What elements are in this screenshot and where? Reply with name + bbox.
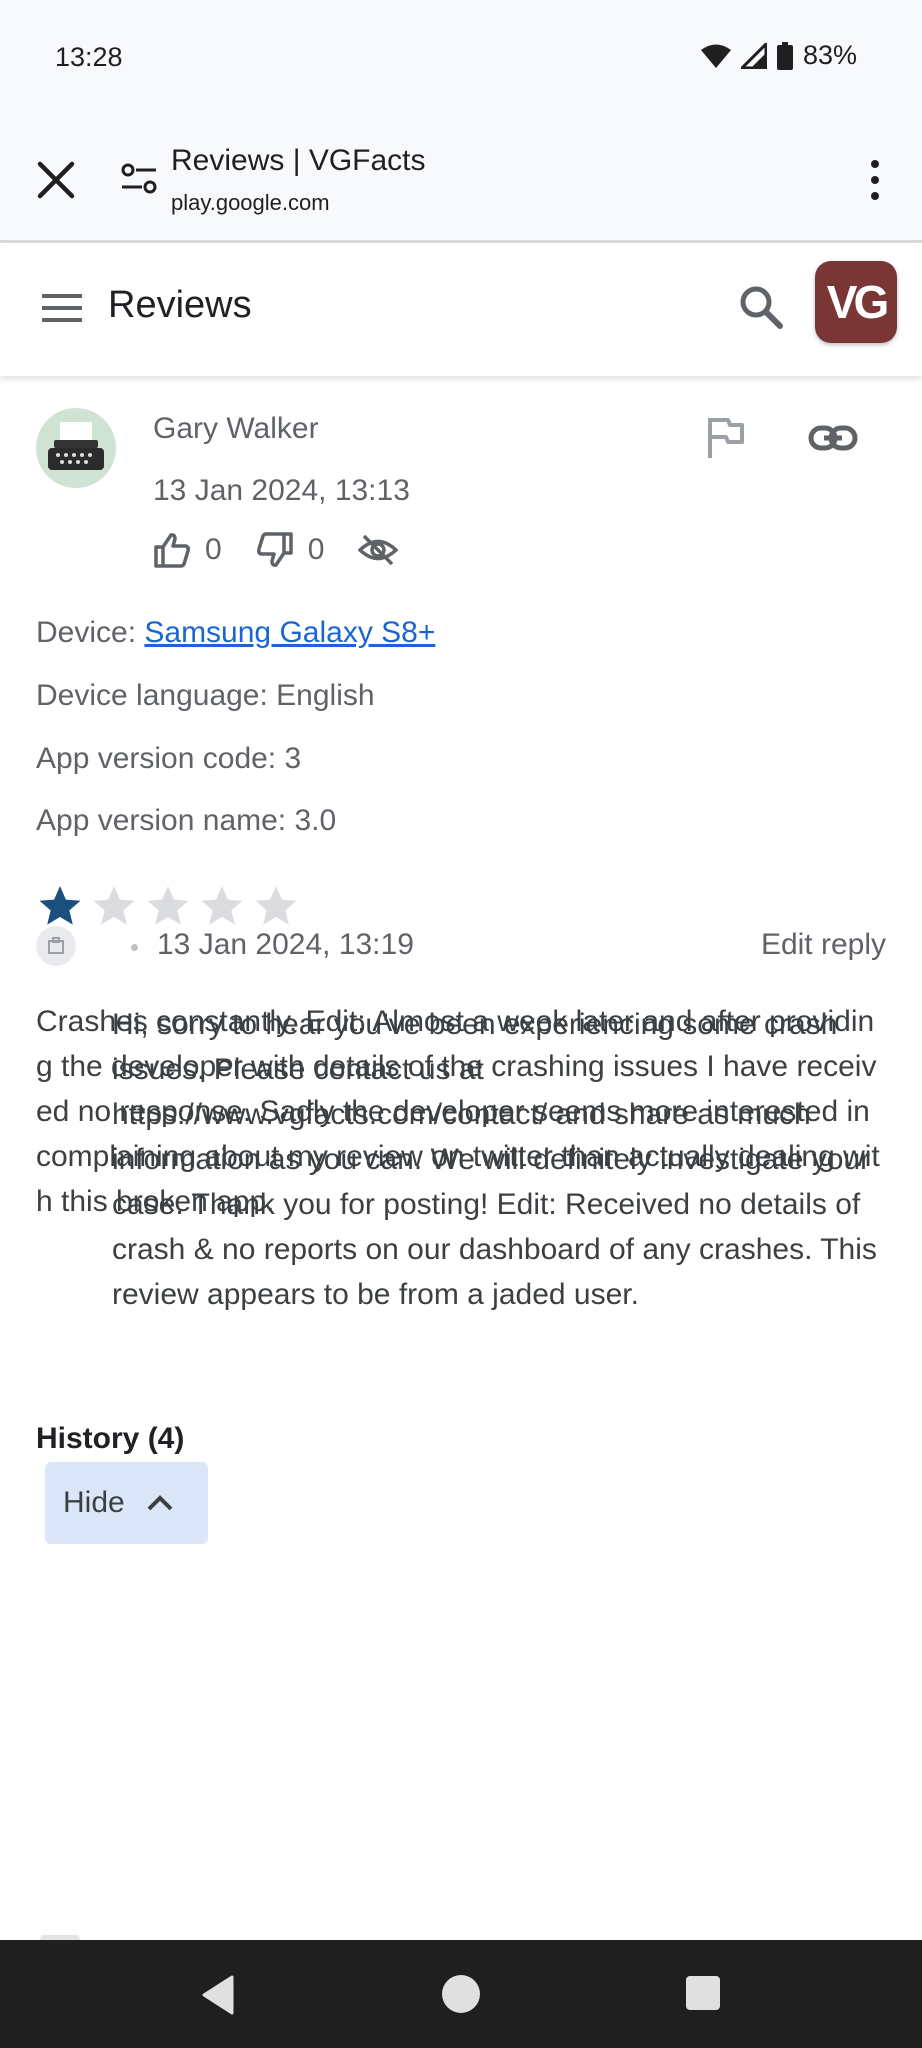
edit-reply-button[interactable]: Edit reply bbox=[761, 928, 886, 962]
thumb-up-count: 0 bbox=[205, 533, 222, 566]
vote-row: 0 0 bbox=[153, 532, 399, 568]
hide-history-button[interactable]: Hide bbox=[45, 1462, 208, 1544]
site-settings-icon[interactable] bbox=[120, 160, 158, 198]
app-logo[interactable]: VG bbox=[815, 261, 897, 343]
app-logo-text: VG bbox=[826, 276, 890, 328]
wifi-icon bbox=[700, 44, 731, 68]
visibility-off-icon[interactable] bbox=[358, 533, 399, 567]
menu-icon[interactable] bbox=[40, 288, 84, 328]
developer-avatar bbox=[36, 926, 76, 966]
device-label: Device: bbox=[36, 616, 145, 649]
search-icon[interactable] bbox=[738, 284, 784, 330]
more-vert-icon[interactable] bbox=[864, 158, 886, 202]
browser-toolbar: Reviews | VGFacts play.google.com bbox=[0, 118, 922, 243]
review-date: 13 Jan 2024, 13:13 bbox=[153, 474, 410, 507]
recents-icon[interactable] bbox=[686, 1976, 720, 2010]
chevron-up-icon bbox=[147, 1495, 173, 1511]
device-link[interactable]: Samsung Galaxy S8+ bbox=[144, 616, 435, 649]
status-icons: 83% bbox=[700, 40, 857, 71]
system-nav-bar bbox=[0, 1940, 922, 2048]
browser-url[interactable]: play.google.com bbox=[171, 190, 330, 216]
app-version-name: App version name: 3.0 bbox=[36, 804, 337, 837]
thumb-down-count: 0 bbox=[307, 533, 325, 566]
status-time: 13:28 bbox=[55, 42, 123, 72]
status-bar: 13:28 83% bbox=[0, 0, 922, 118]
reply-date: 13 Jan 2024, 13:19 bbox=[157, 928, 414, 961]
app-version-code: App version code: 3 bbox=[36, 742, 302, 775]
reply-text: Hi, sorry to hear you’ve been experienci… bbox=[112, 1008, 877, 1311]
thumb-up-icon[interactable] bbox=[153, 532, 191, 568]
device-row: Device: Samsung Galaxy S8+ bbox=[36, 616, 435, 650]
close-icon[interactable] bbox=[34, 158, 78, 202]
thumb-down-icon[interactable] bbox=[256, 532, 294, 568]
battery-icon bbox=[776, 41, 793, 70]
hide-label: Hide bbox=[63, 1486, 125, 1519]
link-icon[interactable] bbox=[808, 418, 858, 458]
home-icon[interactable] bbox=[442, 1975, 480, 2013]
developer-icon bbox=[48, 937, 64, 954]
flag-icon[interactable] bbox=[706, 416, 746, 460]
reply-header: 13 Jan 2024, 13:19 Edit reply bbox=[0, 920, 922, 980]
back-icon[interactable] bbox=[200, 1975, 236, 2015]
history-heading: History (4) bbox=[36, 1422, 185, 1455]
battery-percent: 83% bbox=[802, 40, 857, 70]
app-bar: Reviews VG bbox=[0, 246, 922, 376]
reviewer-name: Gary Walker bbox=[153, 412, 319, 445]
browser-page-title: Reviews | VGFacts bbox=[171, 144, 426, 177]
device-language: Device language: English bbox=[36, 679, 375, 712]
avatar bbox=[36, 408, 116, 488]
signal-icon bbox=[740, 42, 767, 69]
separator-dot bbox=[131, 944, 138, 951]
typewriter-icon bbox=[48, 422, 104, 470]
page-title: Reviews bbox=[108, 284, 252, 326]
